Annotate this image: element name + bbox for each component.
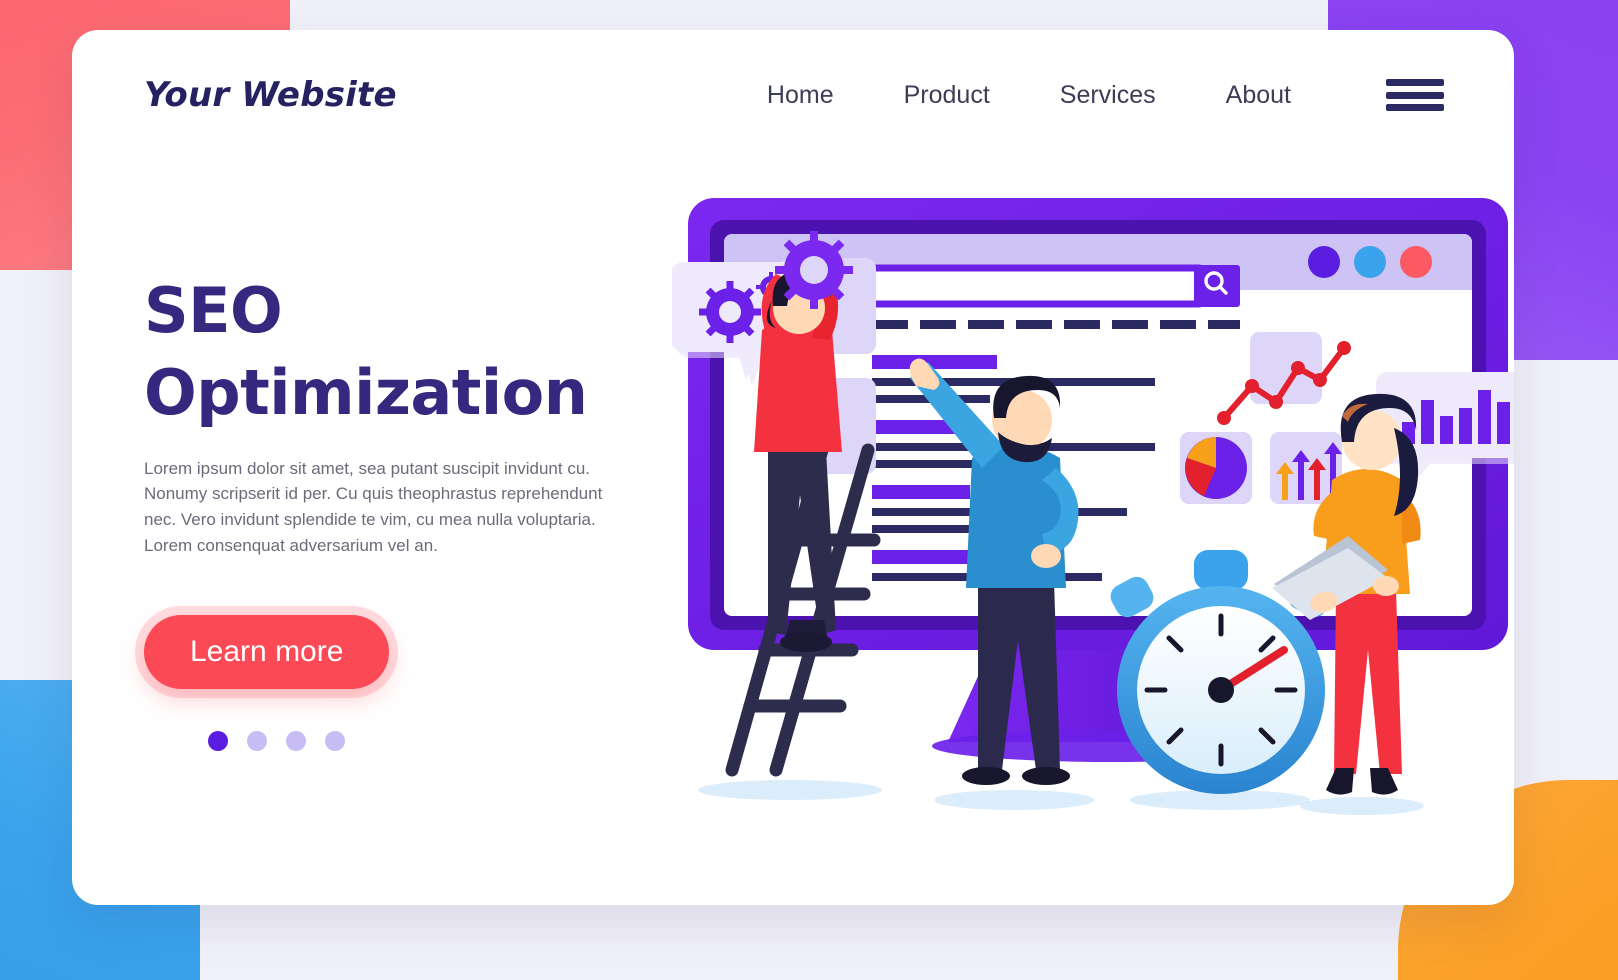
learn-more-button[interactable]: Learn more (144, 614, 390, 689)
hero-section: SEO Optimization Lorem ipsum dolor sit a… (144, 270, 674, 751)
main-navigation: Home Product Services About (732, 75, 1444, 115)
carousel-dot-4[interactable] (325, 730, 345, 751)
page-title: SEO Optimization (144, 270, 674, 434)
landing-page-card: Your Website Home Product Services About… (72, 30, 1514, 905)
browser-dot-red (1400, 246, 1432, 278)
carousel-dot-1[interactable] (208, 730, 228, 751)
site-header: Your Website Home Product Services About (72, 30, 1514, 160)
hamburger-icon[interactable] (1386, 75, 1444, 115)
browser-dot-blue (1354, 246, 1386, 278)
seo-optimization-illustration (672, 150, 1514, 850)
nav-item-about[interactable]: About (1191, 81, 1326, 110)
nav-item-services[interactable]: Services (1025, 81, 1191, 110)
hero-description: Lorem ipsum dolor sit amet, sea putant s… (144, 458, 603, 556)
page-title-line2: Optimization (144, 355, 588, 429)
pie-chart-card (1180, 432, 1252, 504)
carousel-dot-2[interactable] (247, 730, 267, 751)
carousel-dot-3[interactable] (286, 730, 306, 751)
nav-item-home[interactable]: Home (732, 81, 869, 110)
hamburger-bar (1386, 79, 1444, 86)
page-title-line1: SEO (144, 274, 283, 347)
browser-dot-purple (1308, 246, 1340, 278)
hamburger-bar (1386, 104, 1444, 111)
nav-item-product[interactable]: Product (869, 81, 1025, 110)
gear-icon (775, 231, 853, 309)
stopwatch-crown (1194, 550, 1248, 590)
site-logo[interactable]: Your Website (144, 75, 397, 115)
carousel-dots (144, 730, 674, 751)
search-input (868, 264, 1206, 308)
hamburger-bar (1386, 91, 1444, 99)
